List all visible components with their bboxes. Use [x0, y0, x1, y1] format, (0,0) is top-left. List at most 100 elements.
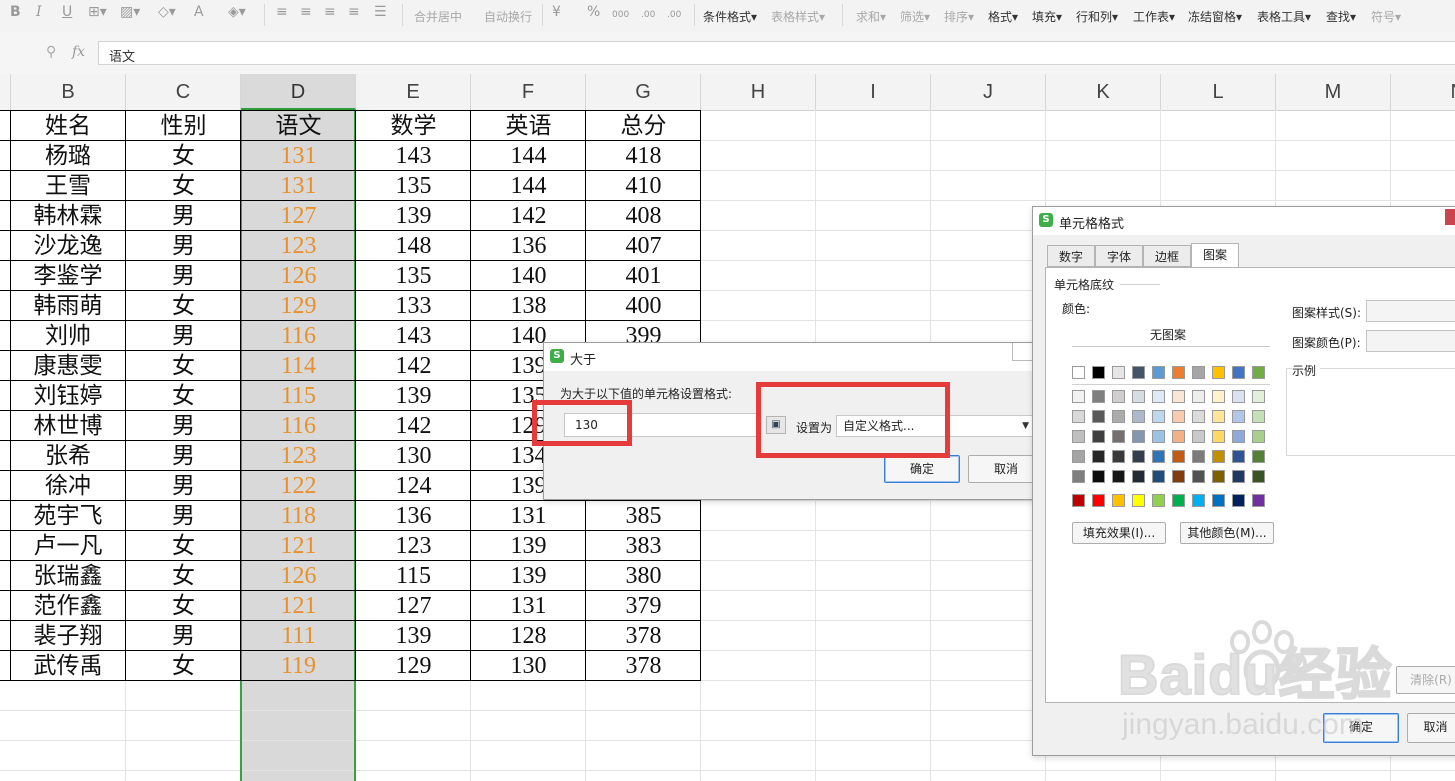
tab-font[interactable]: 字体	[1095, 245, 1143, 267]
column-header-n[interactable]: N	[1391, 74, 1455, 110]
table-cell[interactable]: 女	[126, 590, 241, 620]
color-swatch[interactable]	[1232, 410, 1245, 423]
align-left-icon[interactable]: ≡	[276, 4, 288, 20]
color-swatch[interactable]	[1212, 450, 1225, 463]
fill-button[interactable]: 填充▾	[1032, 8, 1062, 25]
table-cell[interactable]: 144	[471, 170, 586, 200]
table-cell[interactable]: 118	[241, 500, 356, 530]
eraser-icon[interactable]: ◈▾	[228, 4, 246, 20]
color-swatch[interactable]	[1232, 470, 1245, 483]
table-cell[interactable]: 男	[126, 320, 241, 350]
italic-button[interactable]: I	[36, 4, 42, 20]
table-cell[interactable]: 401	[586, 260, 701, 290]
color-swatch[interactable]	[1252, 470, 1265, 483]
color-swatch[interactable]	[1092, 366, 1105, 379]
table-cell[interactable]: 131	[471, 590, 586, 620]
table-cell[interactable]: 男	[126, 620, 241, 650]
table-cell[interactable]: 129	[241, 290, 356, 320]
color-swatch[interactable]	[1112, 470, 1125, 483]
table-header-cell[interactable]: 姓名	[10, 110, 126, 140]
color-swatch[interactable]	[1232, 450, 1245, 463]
table-header-cell[interactable]: 语文	[241, 110, 356, 140]
table-tools-button[interactable]: 表格工具▾	[1257, 8, 1311, 25]
sum-button[interactable]: 求和▾	[856, 8, 886, 25]
table-cell[interactable]: 范作鑫	[10, 590, 126, 620]
column-header-k[interactable]: K	[1046, 74, 1161, 110]
table-cell[interactable]: 女	[126, 350, 241, 380]
color-swatch[interactable]	[1112, 410, 1125, 423]
color-swatch[interactable]	[1092, 450, 1105, 463]
table-cell[interactable]: 115	[356, 560, 471, 590]
table-cell[interactable]: 418	[586, 140, 701, 170]
table-cell[interactable]: 男	[126, 500, 241, 530]
table-cell[interactable]: 140	[471, 260, 586, 290]
color-swatch[interactable]	[1172, 450, 1185, 463]
ok-button[interactable]: 确定	[1323, 713, 1399, 743]
color-swatch[interactable]	[1132, 366, 1145, 379]
color-swatch[interactable]	[1232, 494, 1245, 507]
color-swatch[interactable]	[1152, 470, 1165, 483]
color-swatch[interactable]	[1092, 470, 1105, 483]
close-icon[interactable]	[1445, 209, 1455, 225]
color-swatch[interactable]	[1172, 430, 1185, 443]
cancel-button[interactable]: 取消	[1407, 713, 1455, 743]
table-cell[interactable]: 刘帅	[10, 320, 126, 350]
table-cell[interactable]: 408	[586, 200, 701, 230]
color-swatch[interactable]	[1252, 494, 1265, 507]
table-cell[interactable]: 126	[241, 260, 356, 290]
color-swatch[interactable]	[1232, 366, 1245, 379]
color-swatch[interactable]	[1152, 450, 1165, 463]
table-cell[interactable]: 杨璐	[10, 140, 126, 170]
percent-button[interactable]: %	[587, 4, 600, 20]
color-swatch[interactable]	[1112, 494, 1125, 507]
table-cell[interactable]: 131	[471, 500, 586, 530]
color-swatch[interactable]	[1132, 470, 1145, 483]
table-cell[interactable]: 116	[241, 410, 356, 440]
freeze-panes-button[interactable]: 冻结窗格▾	[1188, 8, 1242, 25]
format-button[interactable]: 格式▾	[988, 8, 1018, 25]
color-swatch[interactable]	[1132, 390, 1145, 403]
ok-button[interactable]: 确定	[884, 455, 960, 483]
table-cell[interactable]: 康惠雯	[10, 350, 126, 380]
color-swatch[interactable]	[1232, 390, 1245, 403]
table-style-button[interactable]: 表格样式▾	[771, 8, 825, 25]
color-swatch[interactable]	[1212, 470, 1225, 483]
table-cell[interactable]: 李鉴学	[10, 260, 126, 290]
pattern-color-select[interactable]	[1366, 330, 1455, 352]
table-cell[interactable]: 男	[126, 410, 241, 440]
table-cell[interactable]: 128	[471, 620, 586, 650]
table-cell[interactable]: 378	[586, 620, 701, 650]
color-swatch[interactable]	[1172, 390, 1185, 403]
tab-border[interactable]: 边框	[1143, 245, 1191, 267]
color-swatch[interactable]	[1092, 410, 1105, 423]
align-right-icon[interactable]: ≡	[324, 4, 336, 20]
table-cell[interactable]: 378	[586, 650, 701, 680]
table-cell[interactable]: 女	[126, 140, 241, 170]
table-cell[interactable]: 123	[241, 440, 356, 470]
color-swatch[interactable]	[1112, 430, 1125, 443]
table-cell[interactable]: 男	[126, 260, 241, 290]
table-cell[interactable]: 142	[356, 410, 471, 440]
table-cell[interactable]: 138	[471, 290, 586, 320]
table-cell[interactable]: 135	[356, 260, 471, 290]
table-cell[interactable]: 徐冲	[10, 470, 126, 500]
bold-button[interactable]: B	[10, 4, 21, 20]
color-swatch[interactable]	[1192, 430, 1205, 443]
table-cell[interactable]: 410	[586, 170, 701, 200]
table-cell[interactable]: 135	[356, 170, 471, 200]
tab-number[interactable]: 数字	[1047, 245, 1095, 267]
color-swatch[interactable]	[1192, 366, 1205, 379]
table-cell[interactable]: 卢一凡	[10, 530, 126, 560]
table-cell[interactable]: 139	[356, 200, 471, 230]
tab-pattern[interactable]: 图案	[1191, 243, 1239, 268]
color-swatch[interactable]	[1212, 410, 1225, 423]
table-cell[interactable]: 127	[241, 200, 356, 230]
color-swatch[interactable]	[1232, 430, 1245, 443]
column-header-d[interactable]: D	[241, 74, 356, 110]
table-cell[interactable]: 张希	[10, 440, 126, 470]
table-cell[interactable]: 男	[126, 200, 241, 230]
table-cell[interactable]: 133	[356, 290, 471, 320]
table-cell[interactable]: 379	[586, 590, 701, 620]
table-cell[interactable]: 刘钰婷	[10, 380, 126, 410]
table-cell[interactable]: 女	[126, 380, 241, 410]
